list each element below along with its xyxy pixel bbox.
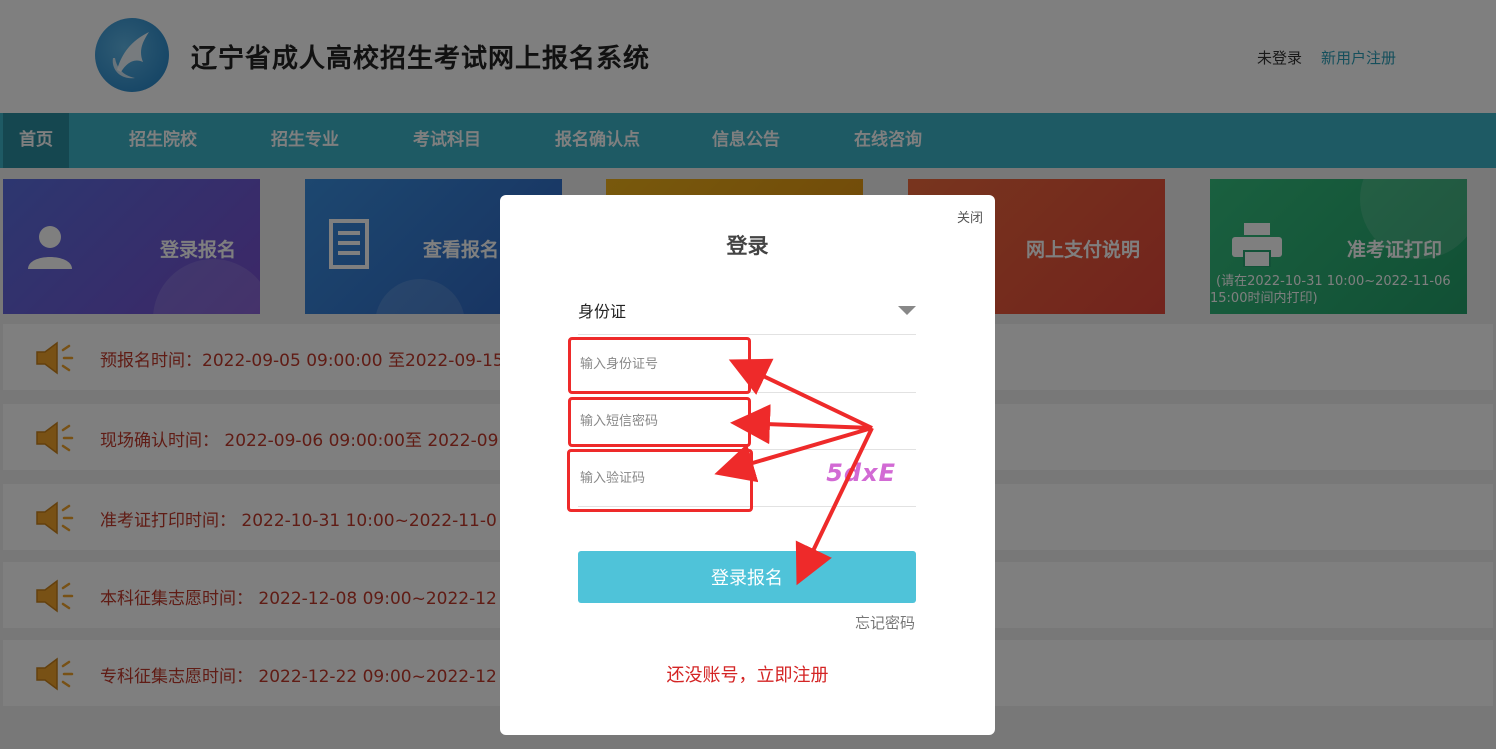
login-modal: 关闭 登录 身份证 5dxE 登录报名 忘记密码 还没账号，立即注册	[500, 195, 995, 735]
modal-title: 登录	[726, 234, 769, 258]
captcha-image[interactable]: 5dxE	[826, 459, 896, 487]
login-submit-button[interactable]: 登录报名	[578, 551, 916, 603]
id-type-select[interactable]: 身份证	[578, 288, 916, 335]
signup-link[interactable]: 还没账号，立即注册	[500, 661, 995, 687]
sms-code-field	[578, 392, 916, 450]
close-button[interactable]: 关闭	[957, 207, 983, 226]
id-number-input[interactable]	[578, 335, 822, 393]
sms-code-input[interactable]	[578, 392, 822, 450]
captcha-input[interactable]	[578, 449, 822, 507]
forgot-password-link[interactable]: 忘记密码	[855, 612, 915, 633]
id-number-field	[578, 335, 916, 393]
chevron-down-icon	[898, 306, 916, 315]
id-type-value: 身份证	[578, 302, 627, 321]
captcha-field: 5dxE	[578, 449, 916, 507]
